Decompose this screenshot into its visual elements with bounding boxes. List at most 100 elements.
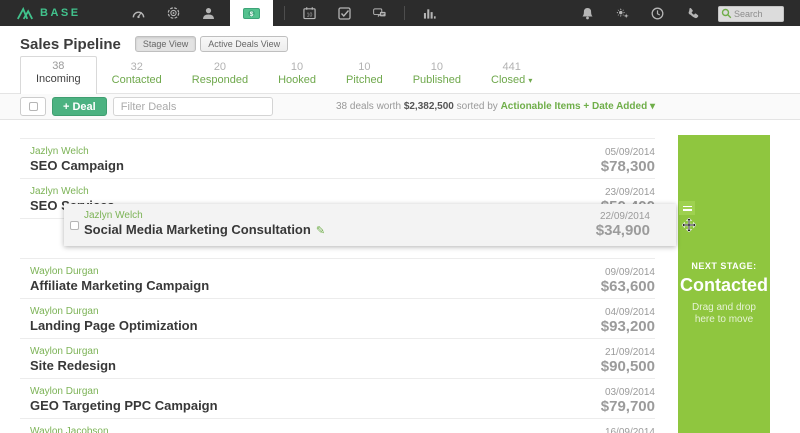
- dragged-deal-card[interactable]: Jazlyn Welch Social Media Marketing Cons…: [64, 204, 676, 246]
- deal-title: Landing Page Optimization: [30, 318, 198, 333]
- stage-label: Responded: [192, 74, 248, 87]
- deal-contact-name: Jazlyn Welch: [84, 210, 143, 221]
- base-mountain-icon: [16, 7, 34, 20]
- active-deals-view-button[interactable]: Active Deals View: [200, 36, 288, 52]
- deal-date: 23/09/2014: [605, 187, 655, 198]
- search-icon: [721, 6, 732, 24]
- pipeline-stage-tab[interactable]: 10 Published: [398, 58, 476, 93]
- nav-divider: [404, 6, 405, 20]
- recent-clock-icon[interactable]: [651, 7, 664, 20]
- deal-amount: $90,500: [601, 358, 655, 375]
- deal-title: Site Redesign: [30, 358, 116, 373]
- settings-gears-icon[interactable]: [616, 7, 629, 20]
- deals-dollar-icon: $: [243, 7, 260, 20]
- deal-amount: $93,200: [601, 318, 655, 335]
- phone-icon[interactable]: [686, 7, 699, 20]
- pipeline-stage-tabs: 38 Incoming 32 Contacted 20 Responded 10…: [0, 58, 800, 93]
- edit-pencil-icon[interactable]: ✎: [316, 225, 325, 237]
- next-stage-name: Contacted: [678, 275, 770, 296]
- deal-date: 03/09/2014: [605, 387, 655, 398]
- deal-title: GEO Targeting PPC Campaign: [30, 398, 218, 413]
- deal-amount: $78,300: [601, 158, 655, 175]
- stage-dropdown-caret-icon[interactable]: ▾: [528, 76, 532, 85]
- move-cursor-icon: [682, 218, 696, 237]
- deal-row[interactable]: Waylon Jacobson Composition Consultation…: [20, 418, 655, 433]
- deal-contact-name: Waylon Jacobson: [30, 426, 109, 433]
- contacts-person-icon[interactable]: [202, 7, 215, 20]
- deal-date: 22/09/2014: [600, 211, 650, 222]
- top-nav: BASE $ 10: [0, 0, 800, 26]
- deal-checkbox[interactable]: [70, 221, 79, 230]
- dashboard-gauge-icon[interactable]: [132, 7, 145, 20]
- stage-view-button[interactable]: Stage View: [135, 36, 196, 52]
- pipeline-stage-tab[interactable]: 10 Pitched: [331, 58, 398, 93]
- calendar-icon[interactable]: 10: [303, 7, 316, 20]
- deal-amount: $79,700: [601, 398, 655, 415]
- add-deal-button[interactable]: + Deal: [52, 97, 107, 116]
- filter-deals-input[interactable]: [113, 97, 273, 116]
- messages-chat-icon[interactable]: [373, 7, 386, 20]
- deal-row[interactable]: Jazlyn Welch SEO Campaign 05/09/2014 $78…: [20, 138, 655, 178]
- stage-deal-count: 32: [112, 61, 162, 74]
- deal-date: 05/09/2014: [605, 147, 655, 158]
- next-stage-label: NEXT STAGE:: [678, 261, 770, 271]
- nav-tab-deals-active[interactable]: $: [230, 0, 273, 26]
- stage-deal-count: 38: [36, 60, 81, 73]
- svg-text:$: $: [249, 10, 253, 17]
- base-logo[interactable]: BASE: [16, 7, 81, 20]
- summary-total-amount: $2,382,500: [404, 101, 454, 112]
- deal-contact-name: Waylon Durgan: [30, 386, 99, 397]
- stage-label: Published: [413, 74, 461, 87]
- sort-by-link[interactable]: Actionable Items + Date Added: [501, 101, 648, 112]
- next-stage-drop-zone[interactable]: NEXT STAGE: Contacted Drag and drop here…: [678, 135, 770, 433]
- deals-toolbar: + Deal 38 deals worth $2,382,500 sorted …: [0, 93, 800, 120]
- pipeline-stage-tab[interactable]: 441 Closed ▾: [476, 58, 547, 93]
- deal-title: Affiliate Marketing Campaign: [30, 278, 209, 293]
- pipeline-stage-tab[interactable]: 20 Responded: [177, 58, 263, 93]
- deal-contact-name: Jazlyn Welch: [30, 186, 89, 197]
- drag-handle-icon[interactable]: [679, 201, 695, 215]
- deal-row[interactable]: Waylon Durgan Site Redesign 21/09/2014 $…: [20, 338, 655, 378]
- deal-date: 09/09/2014: [605, 267, 655, 278]
- tasks-check-icon[interactable]: [338, 7, 351, 20]
- summary-prefix: 38 deals worth: [336, 101, 404, 112]
- nav-divider: [284, 6, 285, 20]
- deal-contact-name: Jazlyn Welch: [30, 146, 89, 157]
- deal-row[interactable]: Waylon Durgan GEO Targeting PPC Campaign…: [20, 378, 655, 418]
- stage-deal-count: 10: [278, 61, 316, 74]
- notifications-bell-icon[interactable]: [581, 7, 594, 20]
- stage-deal-count: 10: [346, 61, 383, 74]
- pipeline-stage-tab[interactable]: 10 Hooked: [263, 58, 331, 93]
- checkbox-icon: [29, 102, 38, 111]
- deal-contact-name: Waylon Durgan: [30, 346, 99, 357]
- reports-barchart-icon[interactable]: [423, 7, 436, 20]
- stage-label: Contacted: [112, 74, 162, 87]
- deal-date: 21/09/2014: [605, 347, 655, 358]
- stage-label: Pitched: [346, 74, 383, 87]
- stage-deal-count: 20: [192, 61, 248, 74]
- deal-contact-name: Waylon Durgan: [30, 266, 99, 277]
- deal-contact-name: Waylon Durgan: [30, 306, 99, 317]
- summary-middle: sorted by: [454, 101, 501, 112]
- app-window: BASE $ 10: [0, 0, 800, 433]
- deal-title: Social Media Marketing Consultation✎: [84, 222, 325, 237]
- deal-amount: $34,900: [596, 222, 650, 239]
- brand-name: BASE: [40, 7, 81, 19]
- stage-label: Closed ▾: [491, 74, 532, 87]
- goals-target-icon[interactable]: [167, 7, 180, 20]
- pipeline-stage-tab[interactable]: 32 Contacted: [97, 58, 177, 93]
- pipeline-stage-tab[interactable]: 38 Incoming: [20, 56, 97, 94]
- deal-amount: $63,600: [601, 278, 655, 295]
- svg-text:10: 10: [306, 13, 312, 19]
- deal-row[interactable]: Waylon Durgan Affiliate Marketing Campai…: [20, 258, 655, 298]
- nav-right-cluster: [570, 4, 800, 22]
- stage-deal-count: 10: [413, 61, 461, 74]
- select-all-checkbox-button[interactable]: [20, 97, 46, 116]
- sort-caret-icon[interactable]: ▾: [650, 101, 655, 112]
- page-title: Sales Pipeline: [20, 36, 121, 53]
- deal-date: 16/09/2014: [605, 427, 655, 433]
- deal-row[interactable]: Waylon Durgan Landing Page Optimization …: [20, 298, 655, 338]
- page-header: Sales Pipeline Stage View Active Deals V…: [0, 30, 800, 58]
- drop-hint-text: Drag and drop here to move: [678, 302, 770, 326]
- deal-date: 04/09/2014: [605, 307, 655, 318]
